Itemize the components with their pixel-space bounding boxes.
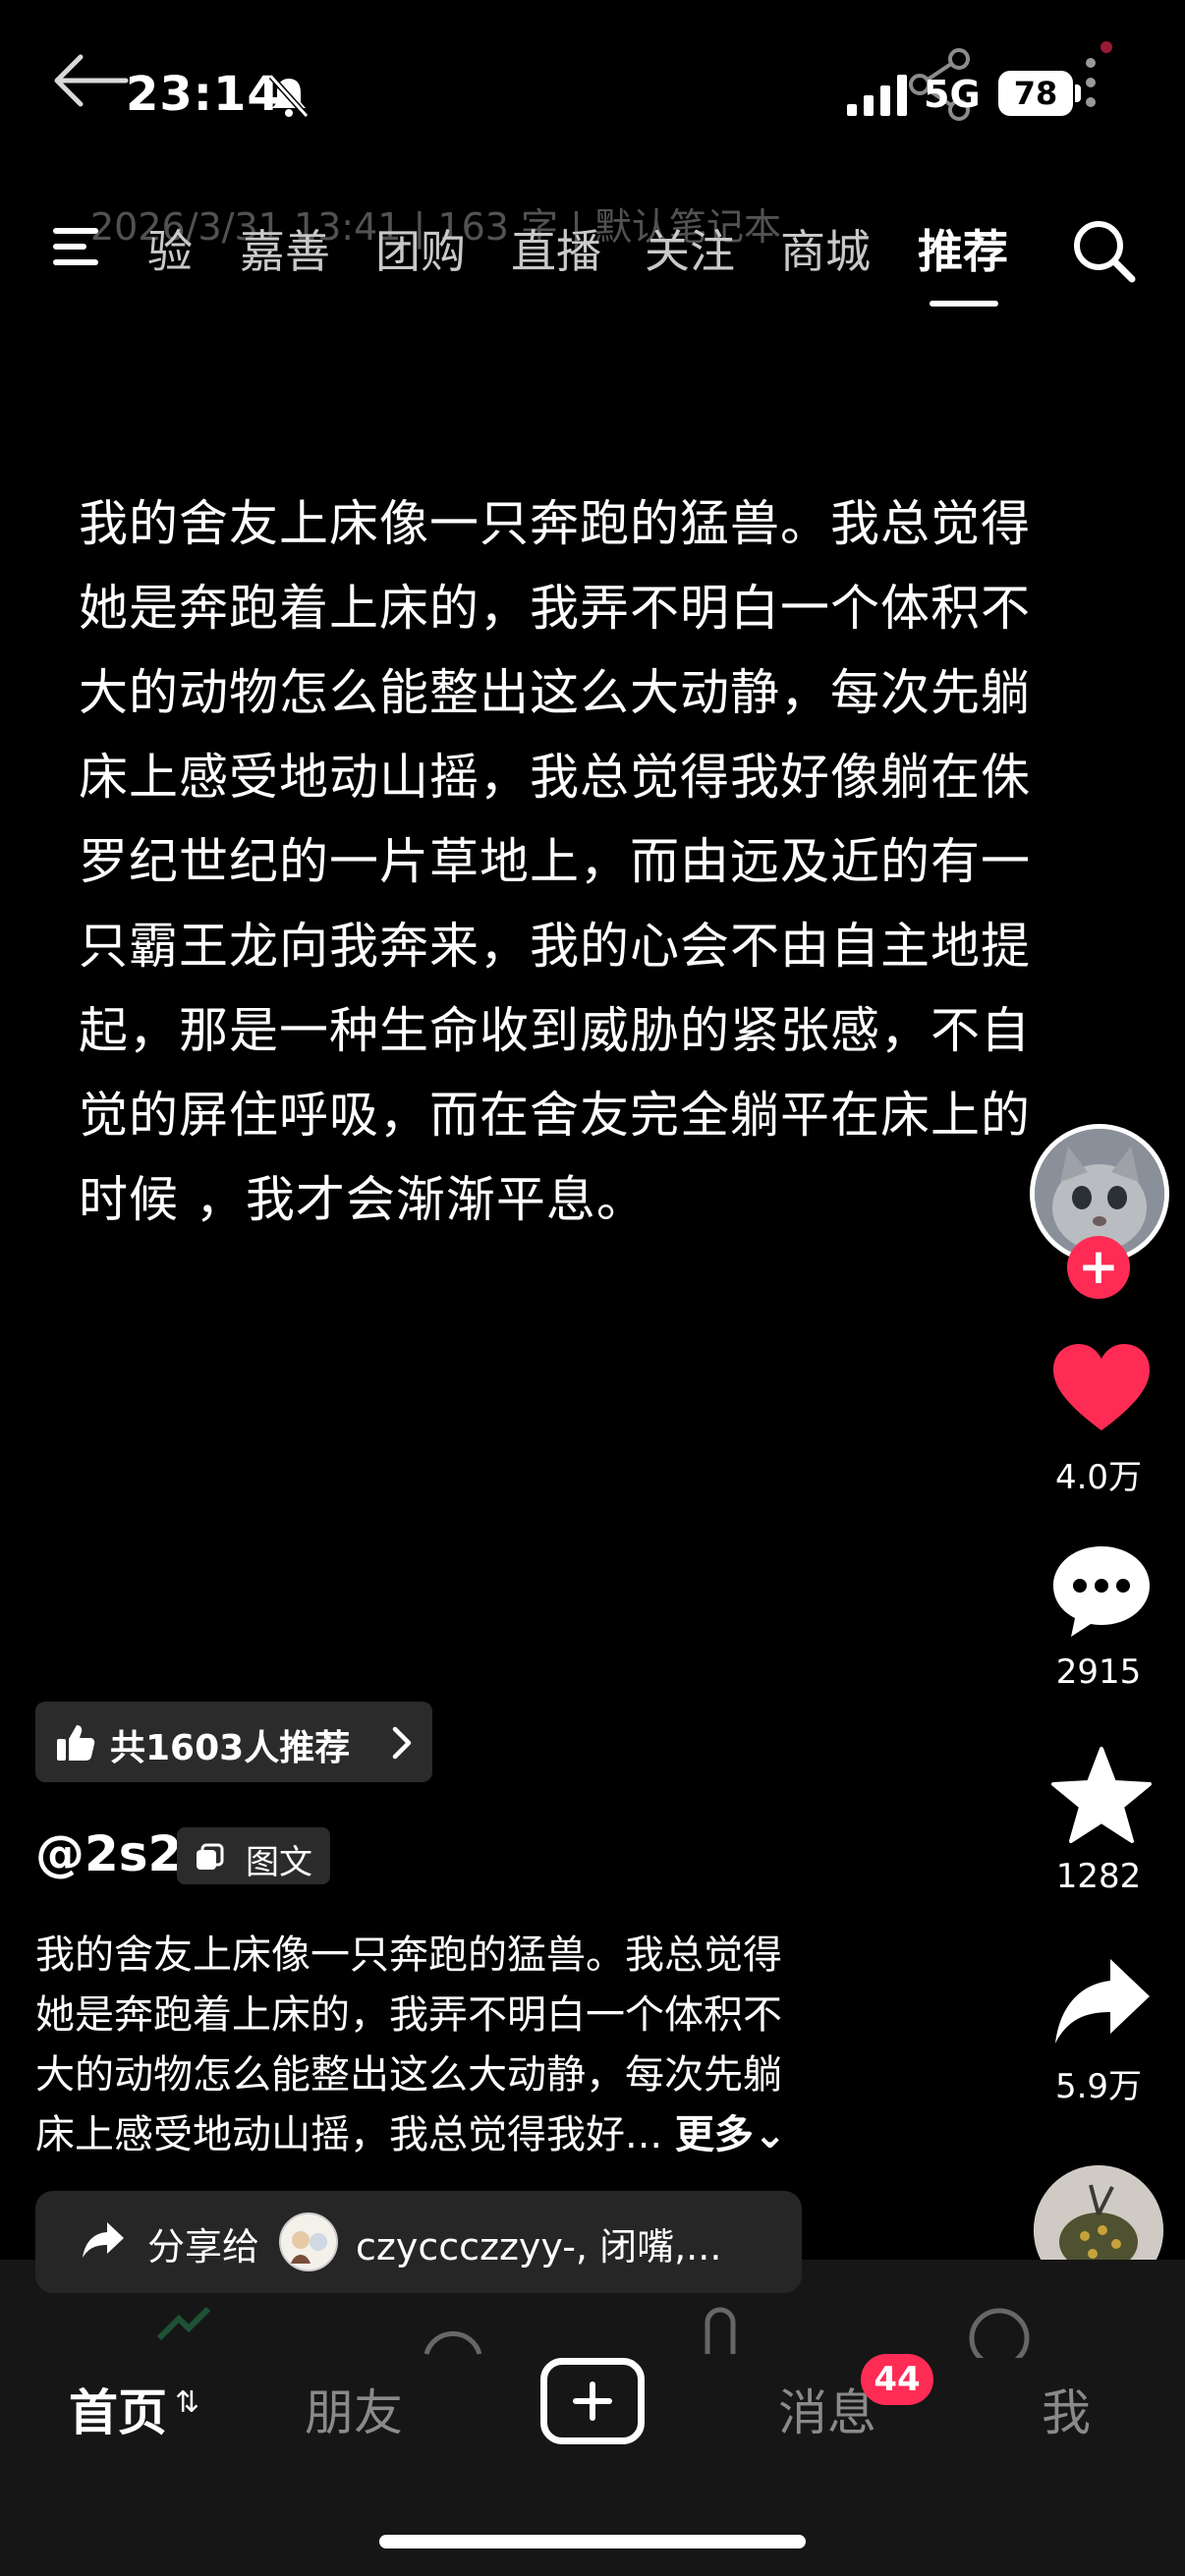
recommend-label: 共1603人推荐 [110,1728,351,1768]
favorite-count: 1282 [1055,1857,1142,1896]
back-arrow-icon[interactable] [51,51,130,110]
tab-experience[interactable]: 验 [147,216,193,281]
post-caption[interactable]: 我的舍友上床像一只奔跑的猛兽。我总觉得 她是奔跑着上床的，我弄不明白一个体积不 … [35,1926,890,2165]
battery-level: 78 [998,71,1073,116]
body-line: 大的动物怎么能整出这么大动静，每次先躺 [79,664,1031,721]
favorite-star-icon[interactable] [1047,1743,1156,1851]
more-dots-icon[interactable] [1077,41,1116,120]
create-post-button[interactable] [540,2358,645,2444]
follow-plus-button[interactable]: + [1067,1236,1130,1299]
active-tab-indicator [930,301,998,307]
caption-line: 我的舍友上床像一只奔跑的猛兽。我总觉得 [35,1932,782,1978]
body-line: 我的舍友上床像一只奔跑的猛兽。我总觉得 [79,495,1031,552]
ghost-lock-icon [705,2307,736,2354]
search-icon[interactable] [1069,216,1138,285]
share-arrow-small-icon [83,2222,124,2258]
signal-strength-icon [847,75,907,116]
recommend-chip[interactable]: 共1603人推荐 [35,1702,432,1782]
body-line: 觉的屏住呼吸，而在舍友完全躺平在床上的 [79,1087,1031,1144]
tab-friends[interactable]: 朋友 [305,2374,403,2444]
share-arrow-icon[interactable] [1047,1949,1156,2057]
image-text-icon [197,1843,224,1870]
plus-icon [573,2381,612,2421]
caption-line: 床上感受地动山摇，我总觉得我好... [35,2112,663,2157]
caption-last-line: 床上感受地动山摇，我总觉得我好... 更多⌄ [35,2105,890,2165]
comment-bubble-icon[interactable] [1047,1539,1156,1647]
more-link[interactable]: 更多 [675,2112,754,2157]
ghost-sparkle-icon [156,2306,211,2341]
body-line: 时候 ，我才会渐渐平息。 [79,1171,647,1228]
status-time: 23:14 [126,67,281,122]
chevron-right-icon [392,1726,412,1760]
friend-avatar [279,2212,338,2271]
home-indicator [379,2535,806,2548]
switch-arrows-icon[interactable]: ⇅ [175,2385,199,2420]
like-count: 4.0万 [1054,1458,1143,1497]
tab-live[interactable]: 直播 [511,216,601,281]
share-friend-names: czyccczzyy-, 闭嘴,... [356,2225,722,2268]
body-line: 起，那是一种生命收到威胁的紧张感，不自 [79,1002,1031,1059]
tab-jiashan[interactable]: 嘉善 [240,216,330,281]
tab-recommended[interactable]: 推荐 [918,216,1008,281]
author-name[interactable]: @2s2 [35,1825,182,1882]
message-count-badge: 44 [861,2354,933,2405]
body-line: 床上感受地动山摇，我总觉得我好像躺在侏 [79,749,1031,806]
share-to-label: 分享给 [147,2225,260,2268]
post-type-label: 图文 [246,1843,312,1882]
body-line: 只霸王龙向我奔来，我的心会不由自主地提 [79,918,1031,975]
body-line: 她是奔跑着上床的，我弄不明白一个体积不 [79,580,1031,637]
tab-following[interactable]: 关注 [645,216,735,281]
caption-line: 大的动物怎么能整出这么大动静，每次先躺 [35,2052,782,2098]
tab-mall[interactable]: 商城 [780,216,871,281]
ghost-info-icon [969,2308,1030,2358]
share-count: 5.9万 [1054,2067,1143,2106]
like-heart-icon[interactable] [1047,1336,1156,1444]
post-type-badge: 图文 [177,1827,330,1884]
menu-icon[interactable] [49,222,110,271]
thumbs-up-icon [57,1725,95,1761]
share-to-friends-row[interactable]: 分享给 czyccczzyy-, 闭嘴,... [35,2191,802,2293]
tab-home[interactable]: 首页 [69,2374,167,2444]
comment-count: 2915 [1055,1652,1142,1692]
post-body-text: 我的舍友上床像一只奔跑的猛兽。我总觉得 她是奔跑着上床的，我弄不明白一个体积不 … [79,481,1081,1242]
friend-avatar-image [281,2214,336,2269]
chevron-down-icon[interactable]: ⌄ [754,2112,787,2157]
caption-line: 她是奔跑着上床的，我弄不明白一个体积不 [35,1992,782,2038]
network-type: 5G [924,73,981,116]
ghost-gauge-icon [423,2330,482,2355]
mute-bell-icon [268,74,310,119]
tab-me[interactable]: 我 [1042,2374,1091,2444]
tab-group-buy[interactable]: 团购 [375,216,466,281]
body-line: 罗纪世纪的一片草地上，而由远及近的有一 [79,833,1031,890]
